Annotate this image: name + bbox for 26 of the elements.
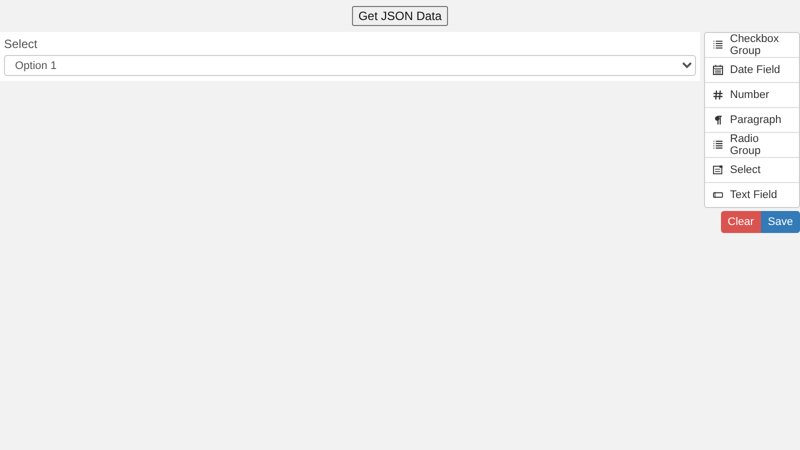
list-icon — [712, 139, 724, 151]
control-item[interactable]: Date Field — [705, 58, 799, 83]
text-field-icon — [712, 189, 724, 201]
control-label: Text Field — [730, 189, 778, 201]
control-label: Checkbox Group — [730, 33, 780, 57]
save-button[interactable]: Save — [760, 211, 800, 233]
control-label: Radio Group — [730, 133, 762, 157]
get-json-button[interactable]: Get JSON Data — [352, 6, 448, 26]
control-item[interactable]: Radio Group — [705, 133, 799, 158]
control-label: Select — [730, 164, 761, 176]
list-icon — [712, 39, 724, 51]
control-item[interactable]: Checkbox Group — [705, 33, 799, 58]
pilcrow-icon — [712, 114, 724, 126]
select-icon — [712, 164, 724, 176]
clear-button[interactable]: Clear — [720, 211, 761, 233]
control-item[interactable]: Text Field — [705, 183, 799, 207]
control-label: Number — [730, 89, 770, 101]
control-item[interactable]: Select — [705, 158, 799, 183]
hash-icon — [712, 89, 724, 101]
control-label: Date Field — [730, 64, 780, 76]
control-item[interactable]: Paragraph — [705, 108, 799, 133]
control-item[interactable]: Number — [705, 83, 799, 108]
field-label: Select — [4, 37, 38, 51]
calendar-icon — [712, 64, 724, 76]
select-field[interactable]: Option 1 — [4, 55, 696, 76]
control-label: Paragraph — [730, 114, 782, 126]
